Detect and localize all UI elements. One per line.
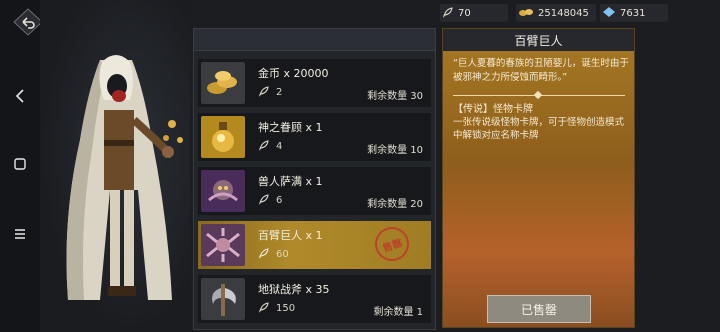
monster-card-icon — [201, 224, 245, 266]
battle-axe-icon — [201, 278, 245, 320]
detail-title: 百臂巨人 — [443, 29, 634, 51]
item-name: 神之眷顾 x 1 — [258, 121, 323, 134]
item-price: 150 — [258, 301, 295, 316]
feather-icon — [258, 301, 270, 316]
item-stock: 剩余数量 1 — [373, 307, 423, 318]
crystal-icon — [602, 6, 616, 21]
feather-icon — [258, 85, 270, 100]
price-value: 4 — [276, 141, 283, 152]
gold-resource: 25148045 — [516, 4, 596, 22]
price-value: 2 — [276, 87, 283, 98]
crystal-count: 7631 — [620, 7, 646, 19]
item-price: 6 — [258, 193, 282, 208]
chevron-left-icon[interactable] — [8, 84, 32, 108]
item-stock: 剩余数量 20 — [367, 199, 423, 210]
potion-icon — [201, 116, 245, 158]
list-item[interactable]: 神之眷顾 x 1 4 剩余数量 10 — [198, 113, 431, 161]
feather-icon — [258, 193, 270, 208]
feather-count: 70 — [458, 7, 471, 19]
detail-quote: “巨人夏暮的春族的丑陋婴儿，诞生时由于被邪神之力所侵蚀而畸形。” — [453, 58, 629, 83]
hooded-merchant-illustration — [66, 55, 183, 300]
item-detail-panel: 百臂巨人 “巨人夏暮的春族的丑陋婴儿，诞生时由于被邪神之力所侵蚀而畸形。” 【传… — [442, 28, 635, 328]
crystal-resource: 7631 — [600, 4, 668, 22]
divider-gem-icon — [533, 90, 543, 100]
price-value: 6 — [276, 195, 283, 206]
item-price: 2 — [258, 85, 282, 100]
gold-count: 25148045 — [538, 7, 589, 19]
item-stock: 剩余数量 10 — [367, 145, 423, 156]
item-name: 金币 x 20000 — [258, 67, 329, 80]
feather-icon — [258, 247, 270, 262]
list-item[interactable]: 地狱战斧 x 35 150 剩余数量 1 — [198, 275, 431, 323]
detail-type: 【传说】怪物卡牌 — [453, 104, 533, 115]
list-header — [194, 29, 435, 51]
list-item-selected[interactable]: 百臂巨人 x 1 60 售罄 — [198, 221, 431, 269]
monster-card-icon — [201, 170, 245, 212]
system-nav-bar — [0, 0, 40, 332]
shop-item-list: 金币 x 20000 2 剩余数量 30 神之眷顾 x 1 4 剩余数量 10 … — [193, 28, 436, 330]
item-name: 兽人萨满 x 1 — [258, 175, 323, 188]
list-item[interactable]: 兽人萨满 x 1 6 剩余数量 20 — [198, 167, 431, 215]
item-stock: 剩余数量 30 — [367, 91, 423, 102]
sold-out-button[interactable]: 已售罄 — [487, 295, 591, 323]
price-value: 150 — [276, 303, 296, 314]
gold-coins-icon — [201, 62, 245, 104]
feather-icon — [258, 139, 270, 154]
item-price: 4 — [258, 139, 282, 154]
sold-out-stamp: 售罄 — [370, 222, 414, 266]
item-name: 百臂巨人 x 1 — [258, 229, 323, 242]
home-square-icon[interactable] — [8, 152, 32, 176]
list-item[interactable]: 金币 x 20000 2 剩余数量 30 — [198, 59, 431, 107]
price-value: 60 — [276, 249, 289, 260]
feather-resource: 70 — [440, 4, 508, 22]
item-name: 地狱战斧 x 35 — [258, 283, 330, 296]
gold-coins-icon — [518, 6, 534, 21]
feather-icon — [442, 6, 454, 21]
merchant-character — [40, 0, 190, 332]
menu-icon[interactable] — [8, 222, 32, 246]
detail-description: 一张传说级怪物卡牌，可于怪物创造模式中解锁对应名称卡牌 — [453, 117, 625, 141]
item-price: 60 — [258, 247, 289, 262]
